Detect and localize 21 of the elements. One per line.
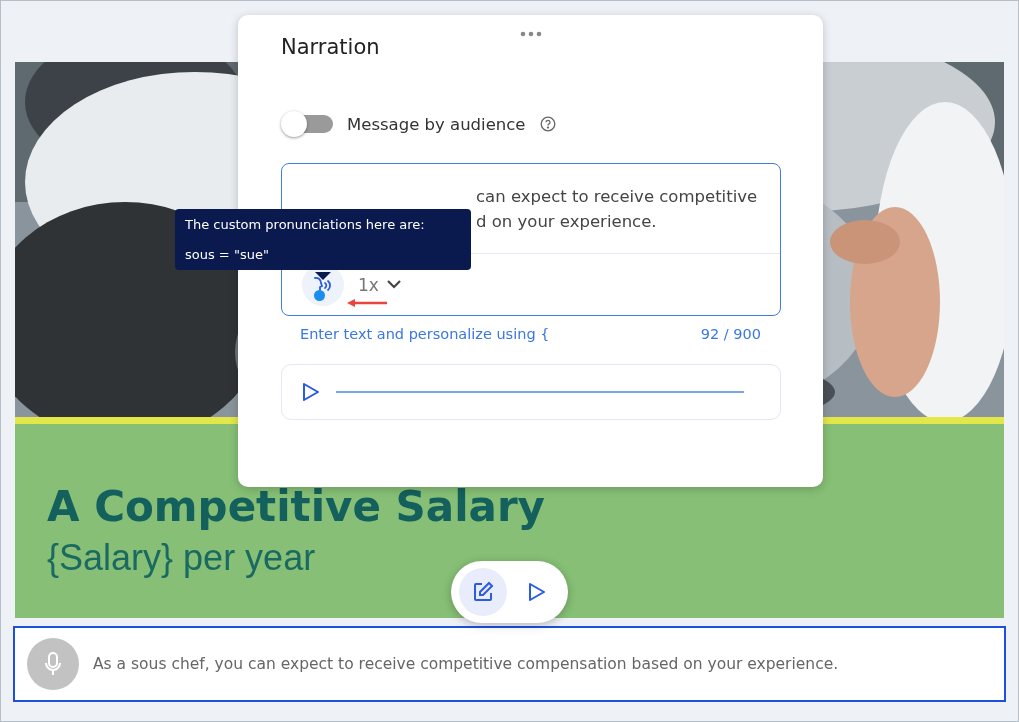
help-icon[interactable] <box>539 116 556 132</box>
toggle-label: Message by audience <box>347 114 526 134</box>
tooltip-text: sous = "sue" <box>185 246 270 263</box>
chevron-down-icon <box>386 280 401 289</box>
caption-text: As a sous chef, you can expect to receive competitive compensation based on your experience. <box>93 655 839 673</box>
edit-icon <box>472 581 494 603</box>
helper-text: Enter text and personalize using { <box>300 326 550 342</box>
arrow-drawing <box>347 298 387 308</box>
play-icon <box>302 382 320 402</box>
tooltip-pointer <box>315 272 331 280</box>
play-icon <box>528 582 546 602</box>
edit-button[interactable] <box>459 568 507 616</box>
audience-toggle[interactable] <box>281 111 333 137</box>
panel-title: Narration <box>281 35 380 59</box>
play-button[interactable] <box>302 382 320 402</box>
character-counter: 92 / 900 <box>700 326 761 342</box>
drag-handle-icon <box>520 31 542 37</box>
slide-subheading: {Salary} per year <box>47 537 316 579</box>
microphone-icon <box>45 652 61 676</box>
speed-dropdown[interactable]: 1x <box>358 274 401 295</box>
slide-heading: A Competitive Salary <box>47 482 545 531</box>
